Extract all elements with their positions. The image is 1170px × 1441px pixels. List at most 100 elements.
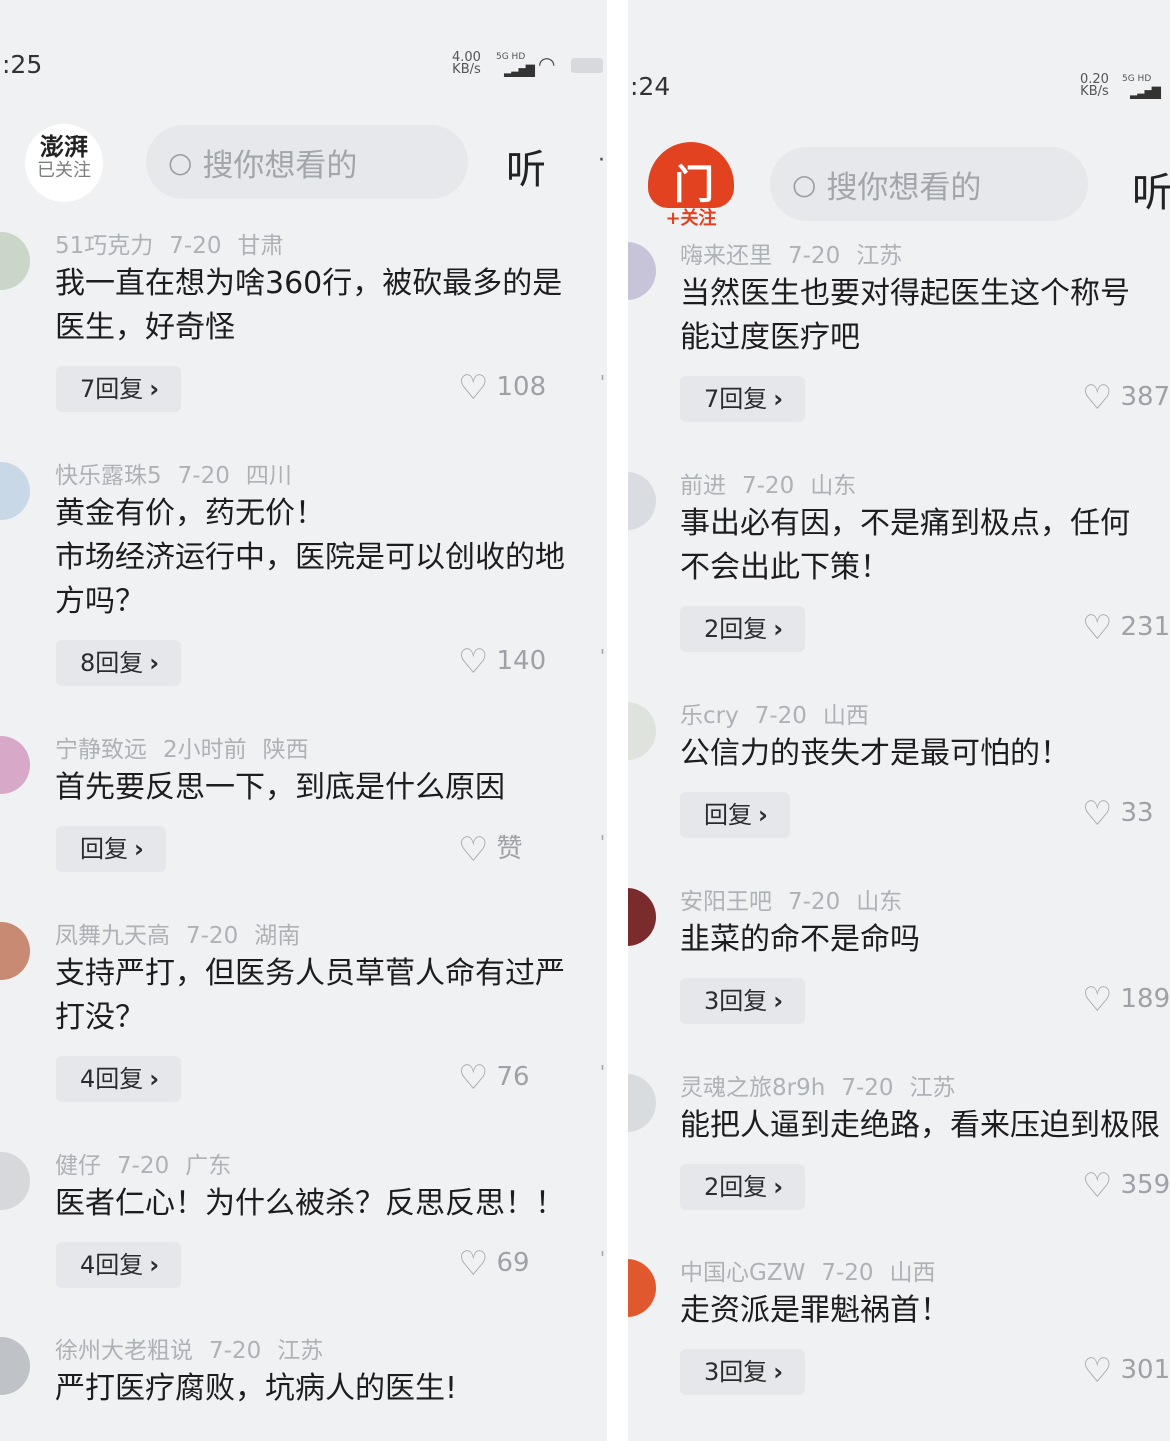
speed-unit: KB/s — [1080, 84, 1109, 99]
username[interactable]: 快乐露珠5 — [55, 463, 162, 489]
comment-date: 7-20 — [821, 1260, 874, 1286]
username[interactable]: 宁静致远 — [55, 737, 147, 763]
avatar[interactable] — [628, 242, 656, 300]
follow-status[interactable]: 已关注 — [25, 160, 103, 182]
signal-icon: ▂▃▅▇ — [1130, 85, 1161, 99]
comment-text-line: 当然医生也要对得起医生这个称号 — [680, 276, 1130, 311]
like-count: 赞 — [496, 834, 523, 864]
comment-region: 江苏 — [856, 243, 903, 269]
like-button[interactable]: ♡ 387 — [1082, 378, 1170, 418]
search-icon: ○ — [168, 145, 193, 179]
avatar[interactable] — [0, 922, 30, 980]
reply-button[interactable]: 3回复 › — [680, 978, 806, 1024]
comment-meta: 健仔 7-20 广东 — [55, 1146, 247, 1180]
comment-text-line: 黄金有价，药无价！ — [55, 496, 325, 531]
more-options-icon[interactable]: ' — [600, 646, 605, 667]
listen-button[interactable]: 听 — [506, 137, 546, 195]
more-options-icon[interactable]: ' — [600, 1248, 605, 1269]
avatar[interactable] — [0, 1337, 30, 1395]
reply-button[interactable]: 回复 › — [680, 792, 790, 838]
comment-text-line: 首先要反思一下，到底是什么原因 — [55, 770, 505, 805]
comment-region: 四川 — [245, 463, 292, 489]
reply-button[interactable]: 7回复 › — [56, 366, 182, 412]
reply-button[interactable]: 回复 › — [56, 826, 166, 872]
username[interactable]: 凤舞九天高 — [55, 923, 170, 949]
username[interactable]: 安阳王吧 — [680, 889, 772, 915]
reply-label: 8回复 — [80, 649, 144, 677]
heart-icon: ♡ — [458, 368, 489, 408]
like-button[interactable]: ♡ 76 — [458, 1058, 530, 1098]
username[interactable]: 乐cry — [680, 703, 739, 729]
reply-label: 回复 — [704, 801, 752, 829]
avatar[interactable] — [628, 1074, 656, 1132]
like-count: 140 — [496, 646, 547, 676]
avatar[interactable] — [628, 472, 656, 530]
right-screenshot: :24 0.20 KB/s 5G HD ▂▃▅▇ 门 +关注 ○ 搜你想看的 听… — [628, 0, 1170, 1441]
search-icon: ○ — [792, 167, 817, 201]
more-icon[interactable]: · — [598, 148, 605, 173]
username[interactable]: 灵魂之旅8r9h — [680, 1075, 825, 1101]
username[interactable]: 健仔 — [55, 1153, 101, 1179]
avatar[interactable] — [0, 1152, 30, 1210]
comment-text-line: 医者仁心！为什么被杀？反思反思！！ — [55, 1186, 565, 1221]
username[interactable]: 前进 — [680, 473, 726, 499]
chevron-right-icon: › — [149, 1065, 160, 1093]
reply-button[interactable]: 2回复 › — [680, 1164, 806, 1210]
like-button[interactable]: ♡ 359 — [1082, 1166, 1170, 1206]
avatar[interactable] — [628, 888, 656, 946]
comment-meta: 乐cry 7-20 山西 — [680, 696, 885, 730]
username[interactable]: 中国心GZW — [680, 1260, 805, 1286]
comment-text-line: 不会出此下策！ — [680, 550, 890, 585]
status-time: :24 — [630, 72, 671, 101]
comment-meta: 安阳王吧 7-20 山东 — [680, 882, 918, 916]
status-speed: 0.20 KB/s — [1080, 73, 1109, 99]
avatar[interactable] — [0, 462, 30, 520]
avatar[interactable] — [0, 736, 30, 794]
reply-button[interactable]: 4回复 › — [56, 1242, 182, 1288]
avatar[interactable] — [628, 1259, 656, 1317]
username[interactable]: 徐州大老粗说 — [55, 1338, 193, 1364]
comment-region: 湖南 — [254, 923, 301, 949]
signal-icon: ▂▃▅▇ — [504, 63, 535, 77]
comment-meta: 中国心GZW 7-20 山西 — [680, 1253, 952, 1287]
reply-button[interactable]: 8回复 › — [56, 640, 182, 686]
like-button[interactable]: ♡ 140 — [458, 642, 546, 682]
comment-meta: 宁静致远 2小时前 陕西 — [55, 730, 325, 764]
comment-date: 7-20 — [209, 1338, 262, 1364]
channel-avatar[interactable]: 门 +关注 — [648, 142, 734, 229]
like-button[interactable]: ♡ 69 — [458, 1244, 530, 1284]
comment-meta: 灵魂之旅8r9h 7-20 江苏 — [680, 1068, 972, 1102]
chevron-right-icon: › — [149, 1251, 160, 1279]
like-count: 76 — [496, 1062, 530, 1092]
heart-icon: ♡ — [1082, 980, 1113, 1020]
more-options-icon[interactable]: ' — [600, 372, 605, 393]
comment-region: 陕西 — [262, 737, 309, 763]
like-button[interactable]: ♡ 33 — [1082, 794, 1154, 834]
comment-date: 7-20 — [186, 923, 239, 949]
like-button[interactable]: ♡ 108 — [458, 368, 546, 408]
like-button[interactable]: ♡ 231 — [1082, 608, 1170, 648]
comment-meta: 快乐露珠5 7-20 四川 — [55, 456, 308, 490]
like-button[interactable]: ♡ 189 — [1082, 980, 1170, 1020]
username[interactable]: 51巧克力 — [55, 233, 153, 259]
reply-label: 2回复 — [704, 615, 768, 643]
username[interactable]: 嗨来还里 — [680, 243, 772, 269]
reply-button[interactable]: 3回复 › — [680, 1349, 806, 1395]
reply-button[interactable]: 2回复 › — [680, 606, 806, 652]
reply-button[interactable]: 4回复 › — [56, 1056, 182, 1102]
avatar[interactable] — [0, 232, 30, 290]
like-count: 301 — [1120, 1355, 1170, 1385]
comment-text-line: 方吗？ — [55, 584, 145, 619]
search-bar[interactable]: ○ 搜你想看的 — [770, 147, 1088, 221]
reply-label: 4回复 — [80, 1251, 144, 1279]
channel-avatar[interactable]: 澎湃 已关注 — [25, 124, 103, 202]
listen-button[interactable]: 听 — [1132, 160, 1170, 218]
search-bar[interactable]: ○ 搜你想看的 — [146, 125, 468, 199]
more-options-icon[interactable]: ' — [600, 1062, 605, 1083]
like-button[interactable]: ♡ 301 — [1082, 1351, 1170, 1391]
reply-button[interactable]: 7回复 › — [680, 376, 806, 422]
more-options-icon[interactable]: ' — [600, 832, 605, 853]
like-count: 387 — [1120, 382, 1170, 412]
like-button[interactable]: ♡ 赞 — [458, 828, 523, 870]
avatar[interactable] — [628, 702, 656, 760]
